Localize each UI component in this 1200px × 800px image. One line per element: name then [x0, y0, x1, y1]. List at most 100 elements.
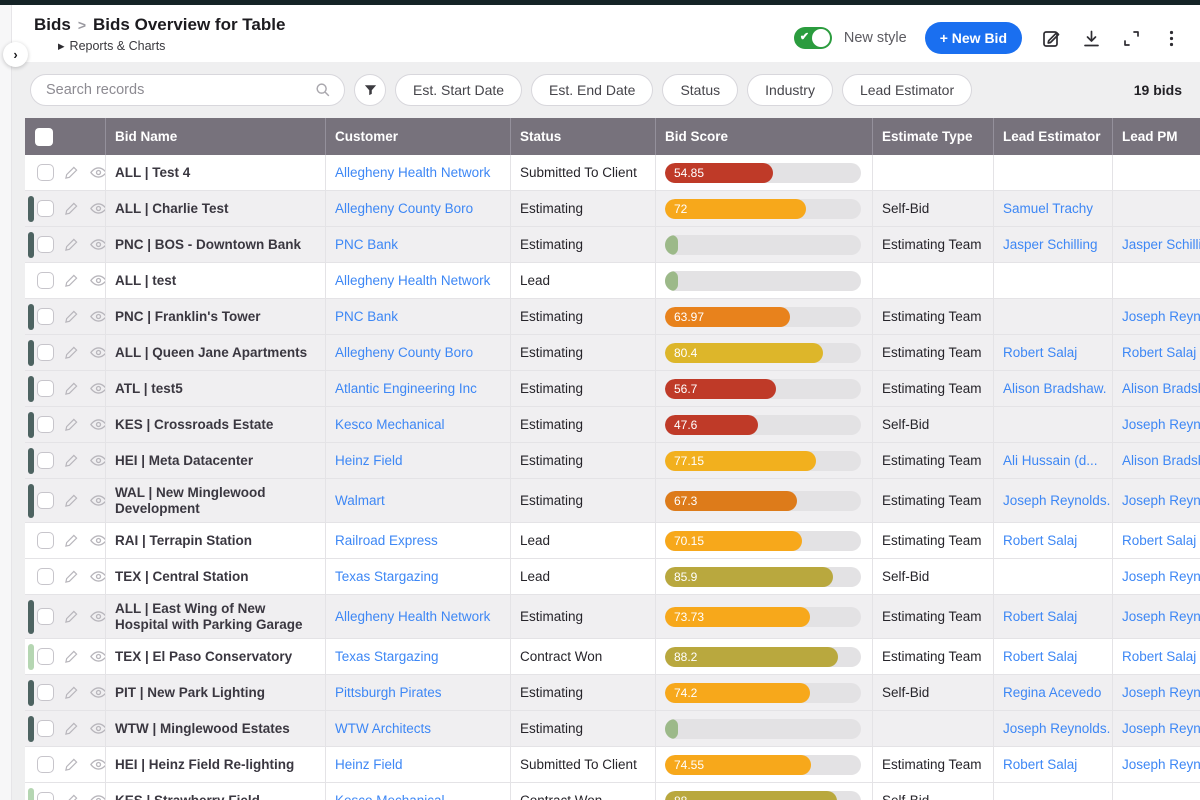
table-row[interactable]: TEX | El Paso ConservatoryTexas Stargazi…	[25, 639, 1200, 675]
row-select-checkbox[interactable]	[37, 684, 54, 701]
row-select-checkbox[interactable]	[37, 236, 54, 253]
table-row[interactable]: TEX | Central StationTexas StargazingLea…	[25, 559, 1200, 595]
table-row[interactable]: WTW | Minglewood EstatesWTW ArchitectsEs…	[25, 711, 1200, 747]
lead-estimator-link[interactable]: Robert Salaj	[993, 523, 1112, 558]
lead-estimator-link[interactable]: Robert Salaj	[993, 335, 1112, 370]
table-row[interactable]: ALL | Test 4Allegheny Health NetworkSubm…	[25, 155, 1200, 191]
lead-estimator-link[interactable]: Ali Hussain (d...	[993, 443, 1112, 478]
customer-link[interactable]: Allegheny Health Network	[325, 155, 510, 190]
lead-pm-link[interactable]: Joseph Reynolds	[1112, 747, 1200, 782]
column-header-bid-name[interactable]: Bid Name	[105, 118, 325, 155]
lead-pm-link[interactable]: Joseph Reynolds	[1112, 407, 1200, 442]
customer-link[interactable]: Heinz Field	[325, 747, 510, 782]
edit-pencil-icon[interactable]	[63, 200, 80, 217]
lead-estimator-link[interactable]: Regina Acevedo	[993, 675, 1112, 710]
edit-pencil-icon[interactable]	[63, 164, 80, 181]
row-select-checkbox[interactable]	[37, 568, 54, 585]
filter-pill-est-start-date[interactable]: Est. Start Date	[395, 74, 522, 106]
filter-pill-industry[interactable]: Industry	[747, 74, 833, 106]
select-all-checkbox[interactable]	[35, 128, 53, 146]
view-eye-icon[interactable]	[89, 235, 105, 254]
sidebar-expand-button[interactable]: ›	[3, 42, 28, 67]
table-row[interactable]: ALL | Queen Jane ApartmentsAllegheny Cou…	[25, 335, 1200, 371]
new-style-toggle[interactable]: ✔	[794, 27, 832, 49]
filter-funnel-button[interactable]	[354, 74, 386, 106]
lead-estimator-link[interactable]: Samuel Trachy	[993, 191, 1112, 226]
row-select-checkbox[interactable]	[37, 164, 54, 181]
table-row[interactable]: HEI | Meta DatacenterHeinz FieldEstimati…	[25, 443, 1200, 479]
view-eye-icon[interactable]	[89, 719, 105, 738]
more-options-icon[interactable]	[1160, 27, 1182, 49]
row-select-checkbox[interactable]	[37, 308, 54, 325]
lead-pm-link[interactable]: Alison Bradshaw	[1112, 371, 1200, 406]
column-header-status[interactable]: Status	[510, 118, 655, 155]
table-row[interactable]: HEI | Heinz Field Re-lightingHeinz Field…	[25, 747, 1200, 783]
lead-estimator-link[interactable]: Robert Salaj	[993, 639, 1112, 674]
lead-pm-link[interactable]: Joseph Reynolds	[1112, 299, 1200, 334]
table-row[interactable]: RAI | Terrapin StationRailroad ExpressLe…	[25, 523, 1200, 559]
lead-pm-link[interactable]: Joseph Reynolds	[1112, 559, 1200, 594]
view-eye-icon[interactable]	[89, 491, 105, 510]
customer-link[interactable]: Kesco Mechanical	[325, 783, 510, 800]
edit-pencil-icon[interactable]	[63, 380, 80, 397]
view-eye-icon[interactable]	[89, 755, 105, 774]
lead-estimator-link[interactable]: Alison Bradshaw.	[993, 371, 1112, 406]
lead-pm-link[interactable]: Joseph Reynolds	[1112, 675, 1200, 710]
customer-link[interactable]: Railroad Express	[325, 523, 510, 558]
edit-pencil-icon[interactable]	[63, 608, 80, 625]
row-select-checkbox[interactable]	[37, 792, 54, 800]
lead-pm-link[interactable]: Joseph Reynolds	[1112, 711, 1200, 746]
table-row[interactable]: ALL | East Wing of New Hospital with Par…	[25, 595, 1200, 639]
lead-pm-link[interactable]: Robert Salaj	[1112, 639, 1200, 674]
view-eye-icon[interactable]	[89, 647, 105, 666]
reports-charts-section[interactable]: ▶ Reports & Charts	[58, 39, 285, 53]
view-eye-icon[interactable]	[89, 271, 105, 290]
table-row[interactable]: PIT | New Park LightingPittsburgh Pirate…	[25, 675, 1200, 711]
table-row[interactable]: KES | Crossroads EstateKesco MechanicalE…	[25, 407, 1200, 443]
column-header-customer[interactable]: Customer	[325, 118, 510, 155]
row-select-checkbox[interactable]	[37, 344, 54, 361]
view-eye-icon[interactable]	[89, 379, 105, 398]
lead-pm-link[interactable]: Alison Bradshaw	[1112, 443, 1200, 478]
customer-link[interactable]: Texas Stargazing	[325, 639, 510, 674]
customer-link[interactable]: Allegheny Health Network	[325, 595, 510, 638]
edit-pencil-icon[interactable]	[63, 492, 80, 509]
row-select-checkbox[interactable]	[37, 380, 54, 397]
edit-pencil-icon[interactable]	[63, 308, 80, 325]
row-select-checkbox[interactable]	[37, 416, 54, 433]
customer-link[interactable]: PNC Bank	[325, 299, 510, 334]
view-eye-icon[interactable]	[89, 683, 105, 702]
search-box[interactable]	[30, 74, 345, 106]
view-eye-icon[interactable]	[89, 531, 105, 550]
view-eye-icon[interactable]	[89, 451, 105, 470]
search-input[interactable]	[46, 82, 314, 98]
view-eye-icon[interactable]	[89, 343, 105, 362]
row-select-checkbox[interactable]	[37, 756, 54, 773]
view-eye-icon[interactable]	[89, 199, 105, 218]
table-row[interactable]: WAL | New Minglewood DevelopmentWalmartE…	[25, 479, 1200, 523]
view-eye-icon[interactable]	[89, 607, 105, 626]
lead-estimator-link[interactable]: Robert Salaj	[993, 595, 1112, 638]
edit-pencil-icon[interactable]	[63, 648, 80, 665]
row-select-checkbox[interactable]	[37, 272, 54, 289]
edit-pencil-icon[interactable]	[63, 236, 80, 253]
customer-link[interactable]: WTW Architects	[325, 711, 510, 746]
edit-pencil-icon[interactable]	[63, 684, 80, 701]
column-header-lead-estimator[interactable]: Lead Estimator	[993, 118, 1112, 155]
column-header-lead-pm[interactable]: Lead PM	[1112, 118, 1200, 155]
table-row[interactable]: ALL | Charlie TestAllegheny County BoroE…	[25, 191, 1200, 227]
edit-pencil-icon[interactable]	[63, 272, 80, 289]
row-select-checkbox[interactable]	[37, 648, 54, 665]
edit-pencil-icon[interactable]	[63, 344, 80, 361]
row-select-checkbox[interactable]	[37, 492, 54, 509]
edit-pencil-icon[interactable]	[63, 452, 80, 469]
lead-pm-link[interactable]: Jasper Schilling	[1112, 227, 1200, 262]
breadcrumb-root[interactable]: Bids	[34, 15, 71, 35]
row-select-checkbox[interactable]	[37, 532, 54, 549]
filter-pill-status[interactable]: Status	[662, 74, 738, 106]
table-row[interactable]: PNC | Franklin's TowerPNC BankEstimating…	[25, 299, 1200, 335]
customer-link[interactable]: Atlantic Engineering Inc	[325, 371, 510, 406]
table-row[interactable]: ALL | testAllegheny Health NetworkLead	[25, 263, 1200, 299]
customer-link[interactable]: Walmart	[325, 479, 510, 522]
customer-link[interactable]: PNC Bank	[325, 227, 510, 262]
